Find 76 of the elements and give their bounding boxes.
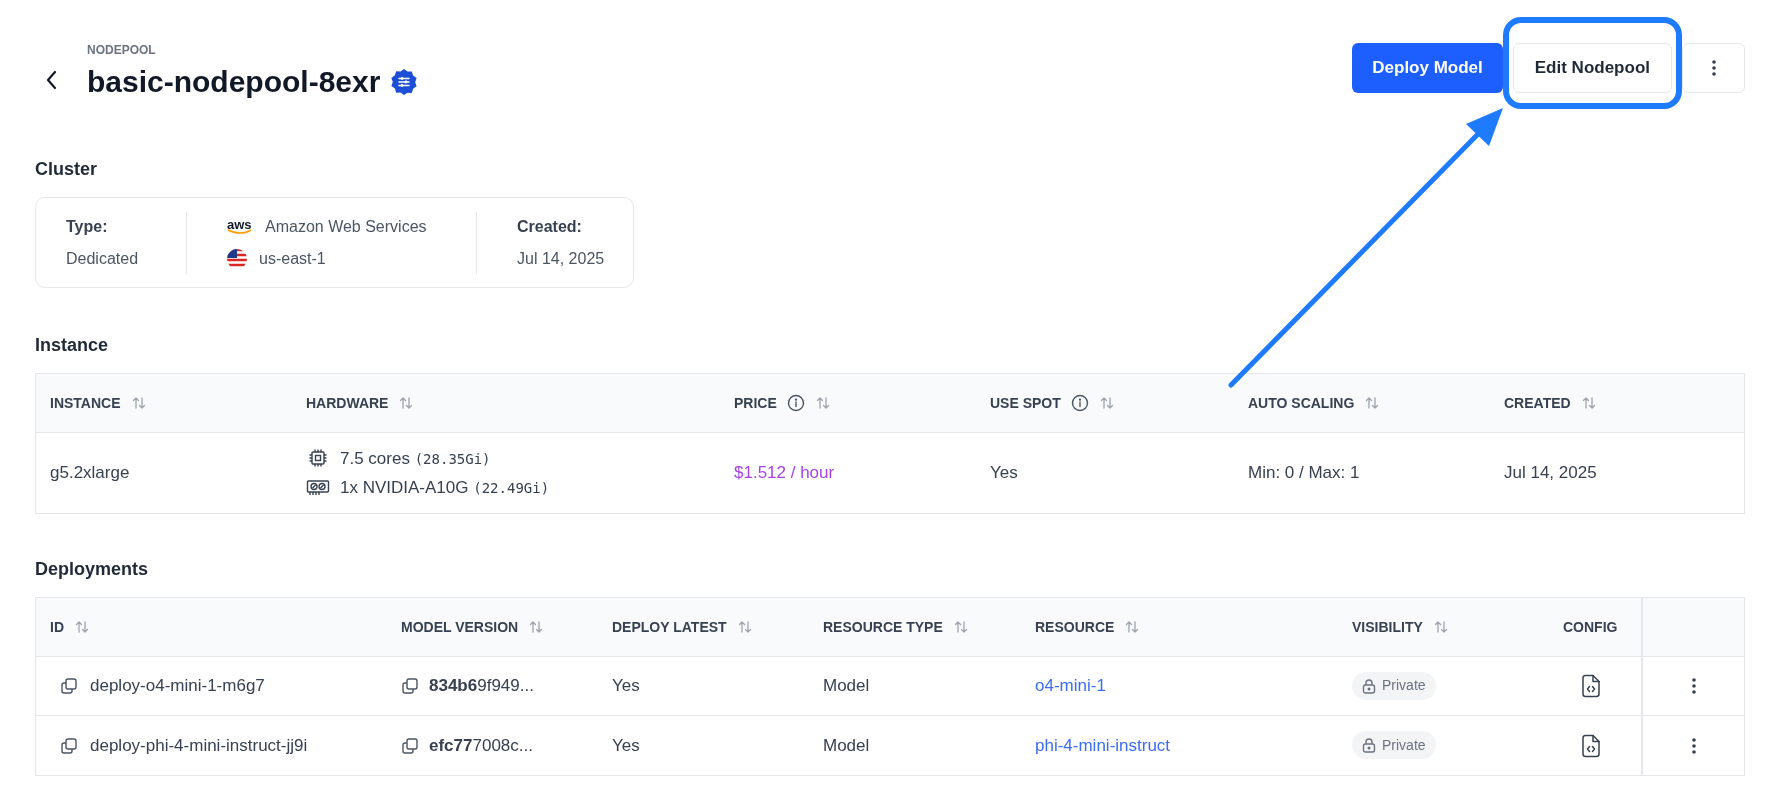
sort-icon[interactable] [1124,619,1141,635]
section-heading: Deployments [35,558,150,581]
more-icon [1691,736,1696,755]
deployment-id: deploy-phi-4-mini-instruct-jj9i [90,734,308,757]
lock-icon [1362,737,1376,753]
sort-icon[interactable] [952,619,969,635]
info-icon[interactable] [786,394,805,412]
table-cell-text: Yes [611,675,641,698]
copy-icon[interactable] [401,677,419,695]
sort-icon[interactable] [1098,395,1115,411]
chip-icon [308,448,328,469]
sort-icon[interactable] [814,395,831,411]
table-cell-text: Jul 14, 2025 [1503,462,1598,485]
column-header: AUTO SCALING [1248,393,1355,413]
info-icon[interactable] [1070,394,1089,412]
sort-icon[interactable] [1364,395,1381,411]
visibility-badge: Private [1352,731,1436,759]
sort-icon[interactable] [528,619,545,635]
sort-icon[interactable] [398,395,415,411]
back-icon[interactable] [45,69,59,91]
copy-icon[interactable] [401,736,419,755]
code-file-icon[interactable] [1581,733,1601,758]
column-header: DEPLOY LATEST [612,617,727,637]
column-header: CONFIG [1563,617,1618,637]
sort-icon[interactable] [1432,619,1449,635]
column-header: RESOURCE TYPE [823,617,943,637]
aws-logo: aws [227,218,253,235]
column-header: INSTANCE [50,393,121,413]
table-cell-text: Model [822,675,871,698]
model-version: 834b69f949... [429,675,534,698]
more-icon [1711,59,1716,77]
edit-button[interactable]: Edit Nodepool [1512,43,1672,93]
type-label: Type: [66,216,109,237]
page-title: basic-nodepool-8exr [87,64,381,100]
column-header: HARDWARE [306,393,389,413]
column-header: PRICE [734,393,777,413]
more-button[interactable] [1682,43,1745,93]
type-value: Dedicated [66,248,140,269]
page-eyebrow: NODEPOOL [87,42,157,59]
visibility-badge: Private [1352,671,1436,700]
deployment-id: deploy-o4-mini-1-m6g7 [90,675,265,698]
graphics-card-icon [306,478,330,497]
code-file-icon[interactable] [1581,674,1601,698]
column-header: VISIBILITY [1352,617,1423,637]
created-label: Created: [517,216,583,237]
table-cell-text: g5.2xlarge [49,462,131,485]
region-name: us-east-1 [259,248,326,269]
model-version: efc777008c... [429,734,533,757]
copy-icon[interactable] [60,736,78,755]
created-value: Jul 14, 2025 [517,248,605,269]
us-flag-icon [227,248,247,269]
table-cell-text: Min: 0 / Max: 1 [1247,462,1361,485]
table-cell-text: Yes [611,734,641,757]
table-cell-text: Model [822,734,871,757]
provider-name: Amazon Web Services [265,216,427,237]
copy-icon[interactable] [60,677,78,695]
sort-icon[interactable] [130,395,147,411]
column-header: CREATED [1504,393,1571,413]
table-cell-text: Yes [989,462,1019,485]
column-header: RESOURCE [1035,617,1115,637]
deploy-button[interactable]: Deploy Model [1352,43,1503,93]
price-value: $1.512 / hour [733,462,836,485]
column-header: MODEL VERSION [401,617,519,637]
sort-icon[interactable] [74,619,90,635]
section-heading: Instance [35,334,110,357]
sort-icon[interactable] [1580,395,1597,411]
hardware-spec: 1x NVIDIA-A10G (22.49Gi) [340,477,550,499]
section-heading: Cluster [35,158,98,181]
more-icon [1691,677,1696,695]
resource-link[interactable]: phi-4-mini-instruct [1035,735,1171,755]
column-header: USE SPOT [990,393,1061,413]
sort-icon[interactable] [736,619,753,635]
hardware-spec: 7.5 cores (28.35Gi) [340,447,491,470]
resource-link[interactable]: o4-mini-1 [1035,676,1106,696]
column-header: ID [50,617,64,637]
lock-icon [1362,677,1376,694]
